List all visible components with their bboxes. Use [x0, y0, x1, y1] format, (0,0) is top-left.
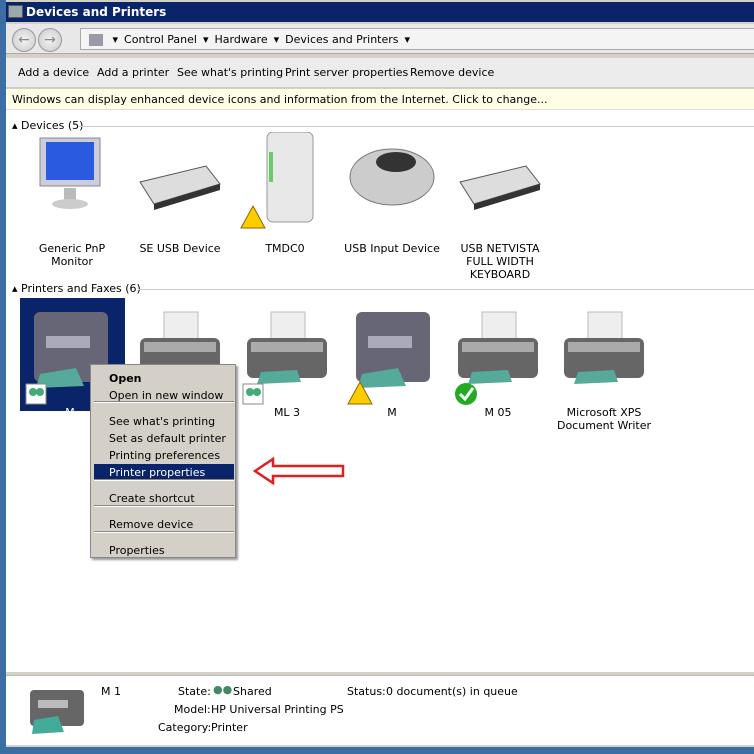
menu-item-create-shortcut[interactable]: Create shortcut — [94, 490, 234, 506]
device-item[interactable]: SE USB Device — [130, 132, 230, 255]
device-label: USB NETVISTA FULL WIDTH KEYBOARD — [460, 242, 540, 281]
breadcrumb-devices-printers[interactable]: Devices and Printers — [285, 33, 398, 46]
printers-group-header[interactable]: ▴ Printers and Faxes (6) — [12, 282, 141, 295]
model-value: HP Universal Printing PS — [211, 703, 344, 716]
model-label: Model: — [174, 703, 211, 716]
printer-label: M 05 — [484, 406, 512, 419]
printer-label: Microsoft XPS Document Writer — [556, 406, 652, 432]
print-server-properties-button[interactable]: Print server properties — [285, 66, 408, 79]
add-printer-button[interactable]: Add a printer — [97, 66, 169, 79]
breadcrumb[interactable]: ▾ Control Panel ▾ Hardware ▾ Devices and Prin… — [80, 28, 754, 50]
printer-item[interactable]: M 05 — [448, 308, 548, 428]
printer-icon — [455, 311, 538, 405]
menu-item-printing-preferences[interactable]: Printing preferences — [94, 447, 234, 463]
device-list: ▴ Devices (5) ▴ Printers and Faxes (6) G… — [6, 110, 754, 672]
see-whats-printing-button[interactable]: See what's printing — [177, 66, 283, 79]
printer-item[interactable]: ML 3 — [237, 308, 337, 428]
device-item[interactable]: USB NETVISTA FULL WIDTH KEYBOARD — [450, 132, 550, 281]
menu-item-see-what-s-printing[interactable]: See what's printing — [94, 413, 234, 429]
menu-item-open[interactable]: Open — [94, 370, 234, 386]
device-item[interactable]: TMDC0 — [235, 132, 335, 255]
breadcrumb-control-panel[interactable]: Control Panel — [124, 33, 197, 46]
context-menu: Open Open in new window See what's printin… — [90, 364, 236, 558]
forward-button[interactable]: → — [38, 28, 62, 52]
keyboard-icon — [139, 165, 221, 210]
menu-item-printer-properties[interactable]: Printer properties — [94, 464, 234, 480]
menu-separator — [94, 531, 234, 533]
devices-group-header[interactable]: ▴ Devices (5) — [12, 119, 83, 132]
breadcrumb-hardware[interactable]: Hardware — [215, 33, 268, 46]
printer-name: M 1 — [101, 685, 121, 698]
device-label: Generic PnP Monitor — [38, 242, 106, 268]
remove-device-button[interactable]: Remove device — [410, 66, 494, 79]
keyboard-icon — [459, 165, 541, 210]
info-bar[interactable]: Windows can display enhanced device icon… — [6, 89, 754, 110]
printer-label: ML 3 — [273, 406, 301, 419]
menu-item-properties[interactable]: Properties — [94, 542, 234, 558]
menu-separator — [94, 401, 234, 403]
status-value: 0 document(s) in queue — [386, 685, 518, 698]
printer-item[interactable]: Microsoft XPS Document Writer — [554, 308, 654, 432]
menu-separator — [94, 479, 234, 481]
add-device-button[interactable]: Add a device — [18, 66, 89, 79]
device-item[interactable]: USB Input Device — [342, 132, 442, 255]
device-label: USB Input Device — [344, 242, 440, 255]
mouse-icon — [349, 148, 435, 206]
details-pane: M 1 State: ●● Shared Model: HP Universal… — [6, 675, 754, 745]
category-value: Printer — [211, 721, 248, 734]
menu-item-set-as-default-printer[interactable]: Set as default printer — [94, 430, 234, 446]
command-bar: Add a device Add a printer See what's pr… — [6, 58, 754, 88]
monitor-icon — [39, 137, 101, 209]
red-arrow-annotation — [252, 456, 345, 486]
category-label: Category: — [158, 721, 212, 734]
printer-icon — [242, 311, 327, 405]
mfp-icon — [347, 312, 430, 405]
state-value: Shared — [233, 685, 272, 698]
menu-separator — [94, 505, 234, 507]
device-item[interactable]: Generic PnP Monitor — [22, 132, 122, 268]
printer-icon — [564, 311, 644, 384]
device-label: TMDC0 — [265, 242, 305, 255]
shared-icon: ●● — [213, 683, 233, 696]
printer-label: M — [387, 406, 397, 419]
title-bar: Devices and Printers — [6, 2, 754, 22]
printer-item[interactable]: M — [342, 308, 442, 428]
state-label: State: — [178, 685, 211, 698]
mfp-icon — [30, 690, 84, 734]
window-title: Devices and Printers — [26, 5, 167, 19]
devices-printers-icon — [89, 34, 103, 46]
device-label: SE USB Device — [139, 242, 221, 255]
back-button[interactable]: ← — [12, 28, 36, 52]
status-label: Status: — [347, 685, 386, 698]
address-bar: ← → ▾ Control Panel ▾ Hardware ▾ Devices and … — [6, 24, 754, 54]
devices-printers-icon — [8, 5, 23, 18]
tower-icon — [240, 132, 314, 229]
menu-item-remove-device[interactable]: Remove device — [94, 516, 234, 532]
window: Devices and Printers ← → ▾ Control Panel ▾… — [6, 0, 754, 747]
